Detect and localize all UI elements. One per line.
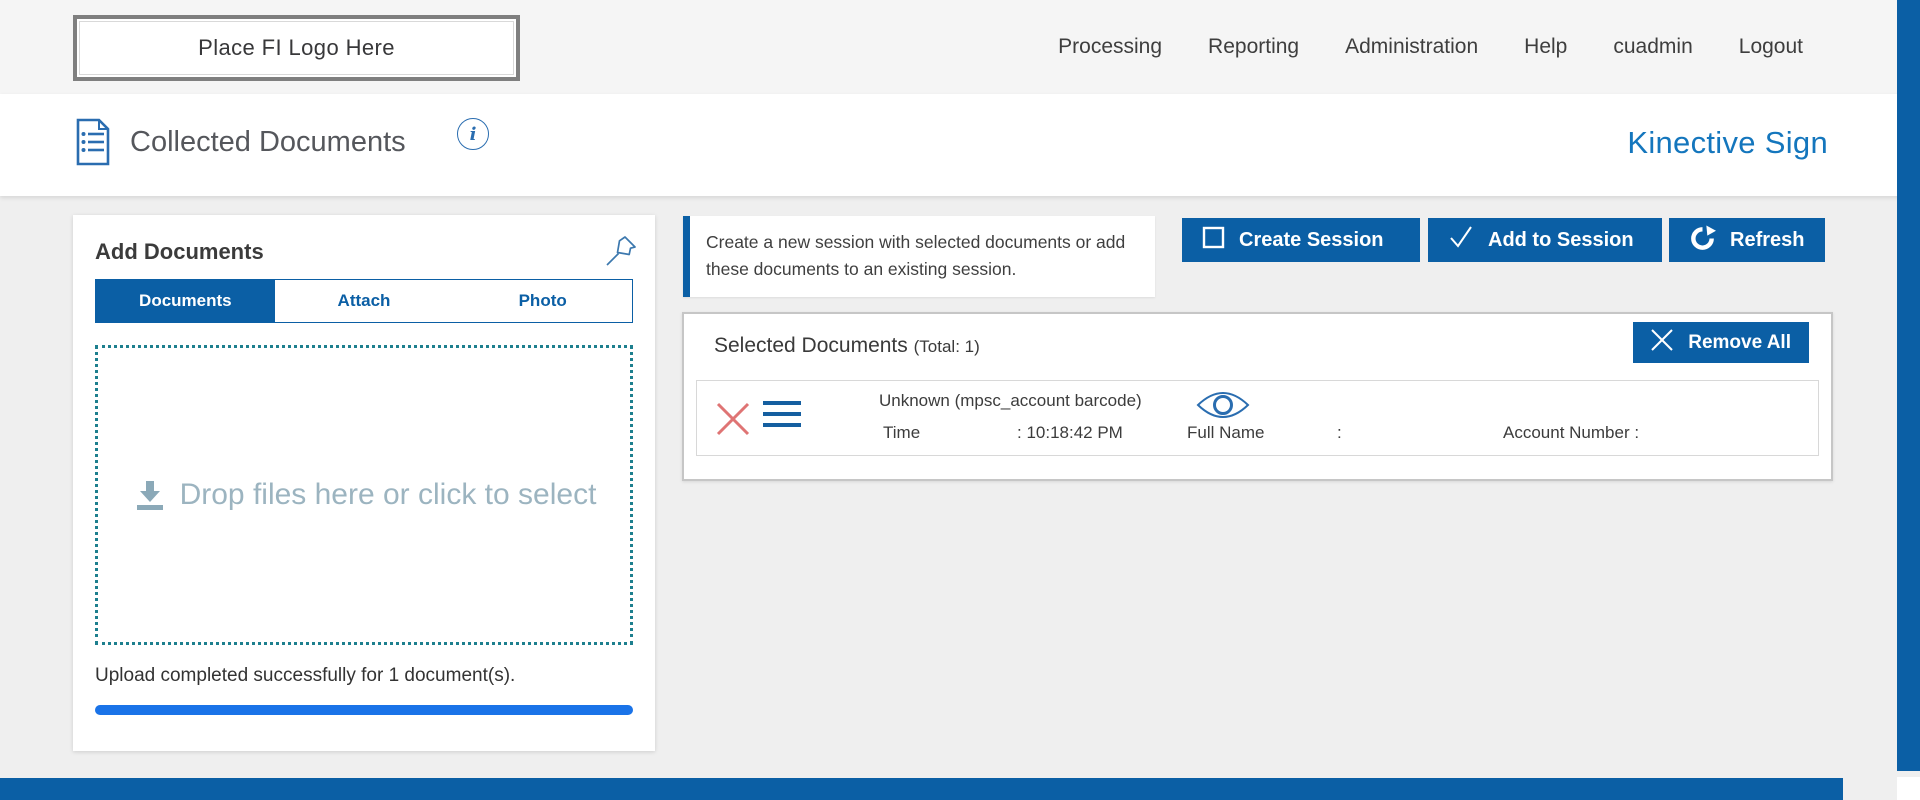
refresh-label: Refresh [1730, 229, 1804, 252]
remove-all-button[interactable]: Remove All [1633, 322, 1809, 363]
remove-all-label: Remove All [1688, 332, 1791, 354]
upload-progress-fill [95, 705, 633, 715]
nav-item-help[interactable]: Help [1524, 35, 1567, 59]
add-documents-title: Add Documents [95, 239, 264, 265]
pin-icon[interactable] [603, 233, 639, 274]
selected-documents-title: Selected Documents (Total: 1) [714, 334, 980, 358]
create-session-button[interactable]: Create Session [1182, 218, 1420, 262]
tab-documents[interactable]: Documents [96, 280, 275, 322]
collected-documents-icon [75, 118, 111, 171]
checkmark-icon [1448, 224, 1474, 256]
refresh-button[interactable]: Refresh [1669, 218, 1825, 262]
remove-document-icon[interactable] [713, 399, 753, 444]
create-session-label: Create Session [1239, 229, 1384, 252]
footer-bar [0, 778, 1843, 800]
scrollbar-corner [1897, 777, 1920, 800]
add-documents-card: Add Documents Documents Attach Photo Dro… [73, 215, 655, 751]
document-row: Unknown (mpsc_account barcode) Time : 10… [696, 380, 1819, 456]
fi-logo-placeholder: Place FI Logo Here [73, 15, 520, 81]
session-info-text: Create a new session with selected docum… [706, 229, 1137, 283]
main-nav: Processing Reporting Administration Help… [1058, 0, 1803, 94]
app-root: Place FI Logo Here Processing Reporting … [0, 0, 1920, 800]
fi-logo-text: Place FI Logo Here [198, 35, 395, 61]
add-documents-tabs: Documents Attach Photo [95, 279, 633, 323]
time-value: : 10:18:42 PM [1017, 423, 1123, 443]
nav-item-logout[interactable]: Logout [1739, 35, 1803, 59]
session-info-box: Create a new session with selected docum… [683, 216, 1155, 297]
refresh-icon [1689, 225, 1716, 258]
info-icon[interactable]: i [457, 118, 489, 150]
selected-documents-title-text: Selected Documents [714, 334, 908, 357]
document-name: Unknown (mpsc_account barcode) [879, 391, 1142, 411]
nav-item-processing[interactable]: Processing [1058, 35, 1162, 59]
upload-progress-bar [95, 705, 633, 715]
nav-item-administration[interactable]: Administration [1345, 35, 1478, 59]
file-dropzone[interactable]: Drop files here or click to select [95, 345, 633, 645]
dropzone-label: Drop files here or click to select [180, 478, 597, 512]
top-header: Place FI Logo Here Processing Reporting … [0, 0, 1920, 94]
account-number-label: Account Number : [1503, 423, 1639, 443]
selected-documents-total: (Total: 1) [914, 337, 980, 356]
vertical-scrollbar[interactable] [1897, 0, 1920, 771]
add-to-session-button[interactable]: Add to Session [1428, 218, 1662, 262]
full-name-value: : [1337, 423, 1342, 443]
tab-attach[interactable]: Attach [275, 280, 454, 322]
selected-documents-panel: Selected Documents (Total: 1) Remove All [682, 312, 1833, 481]
page-title-bar: Collected Documents i Kinective Sign [0, 94, 1920, 196]
tab-photo[interactable]: Photo [453, 280, 632, 322]
preview-eye-icon[interactable] [1195, 388, 1251, 427]
download-icon [132, 479, 168, 518]
drag-handle-icon[interactable] [763, 401, 801, 427]
nav-item-reporting[interactable]: Reporting [1208, 35, 1299, 59]
upload-status-message: Upload completed successfully for 1 docu… [95, 665, 515, 687]
remove-all-x-icon [1649, 327, 1675, 359]
page-title: Collected Documents [130, 126, 406, 159]
nav-item-cuadmin[interactable]: cuadmin [1613, 35, 1692, 59]
full-name-label: Full Name [1187, 423, 1264, 443]
add-to-session-label: Add to Session [1488, 229, 1634, 252]
time-label: Time [883, 423, 920, 443]
brand-name: Kinective Sign [1627, 125, 1828, 161]
create-session-icon [1202, 226, 1225, 255]
